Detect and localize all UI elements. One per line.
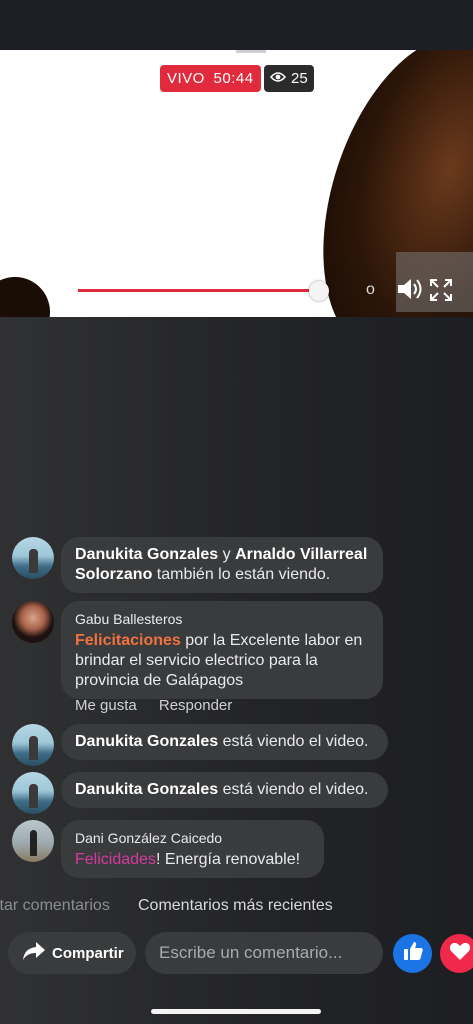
progress-bar[interactable]: [78, 289, 320, 292]
avatar-figure: [30, 830, 37, 856]
avatar[interactable]: [12, 724, 54, 766]
notice-text: también lo están viendo.: [156, 566, 331, 583]
thumbs-up-icon: [402, 940, 424, 967]
comment-bubble: Dani González Caicedo Felicidades! Energ…: [61, 820, 324, 878]
viewer-notice-bubble: Danukita Gonzales está viendo el video.: [61, 772, 388, 808]
player-controls: [396, 252, 473, 312]
notice-text: está viendo el video.: [222, 733, 369, 750]
drag-handle[interactable]: [236, 50, 266, 53]
avatar[interactable]: [12, 601, 54, 643]
avatar-figure: [29, 549, 38, 573]
comment-highlight[interactable]: Felicitaciones: [75, 632, 181, 649]
connector-text: y: [222, 546, 231, 563]
comment-input[interactable]: [145, 932, 383, 974]
avatar[interactable]: [12, 772, 54, 814]
avatar[interactable]: [12, 537, 54, 579]
progress-scrubber[interactable]: [309, 281, 329, 301]
home-indicator[interactable]: [151, 1009, 321, 1014]
viewer-name[interactable]: Danukita Gonzales: [75, 781, 218, 798]
comment-author[interactable]: Gabu Ballesteros: [75, 609, 369, 629]
viewer-name[interactable]: Danukita Gonzales: [75, 546, 218, 563]
video-frame-corner: [0, 277, 50, 317]
live-label: VIVO: [167, 70, 205, 87]
avatar-figure: [29, 784, 38, 808]
control-partial-text: o: [366, 281, 375, 298]
share-button[interactable]: Compartir: [8, 932, 136, 974]
share-arrow-icon: [22, 940, 46, 966]
comment-bubble: Gabu Ballesteros Felicitaciones por la E…: [61, 601, 383, 699]
status-bar: [0, 0, 473, 50]
fullscreen-icon[interactable]: [429, 278, 453, 307]
viewer-count-badge: 25: [264, 65, 314, 92]
like-comment-link[interactable]: Me gusta: [75, 697, 137, 714]
comment-text: ! Energía renovable!: [155, 851, 301, 868]
share-label: Compartir: [52, 944, 124, 962]
heart-icon: [449, 941, 471, 966]
avatar-figure: [29, 736, 38, 760]
viewer-name[interactable]: Danukita Gonzales: [75, 733, 218, 750]
reply-comment-link[interactable]: Responder: [159, 697, 232, 714]
tab-top-comments[interactable]: ltar comentarios: [0, 897, 110, 915]
live-time: 50:44: [213, 70, 254, 87]
viewer-count: 25: [291, 70, 308, 87]
comment-highlight[interactable]: Felicidades: [75, 851, 156, 868]
volume-icon[interactable]: [396, 276, 424, 307]
live-badge: VIVO 50:44: [160, 65, 261, 92]
comment-actions: Me gusta Responder: [75, 697, 250, 714]
viewer-notice-bubble: Danukita Gonzales y Arnaldo Villarreal S…: [61, 537, 383, 593]
love-reaction-button[interactable]: [440, 934, 473, 973]
like-reaction-button[interactable]: [393, 934, 432, 973]
notice-text: está viendo el video.: [222, 781, 369, 798]
comment-author[interactable]: Dani González Caicedo: [75, 828, 310, 848]
avatar[interactable]: [12, 820, 54, 862]
viewer-notice-bubble: Danukita Gonzales está viendo el video.: [61, 724, 388, 760]
eye-icon: [269, 65, 287, 92]
live-video-player[interactable]: VIVO 50:44 25 o: [0, 50, 473, 317]
tab-recent-comments[interactable]: Comentarios más recientes: [138, 897, 333, 915]
